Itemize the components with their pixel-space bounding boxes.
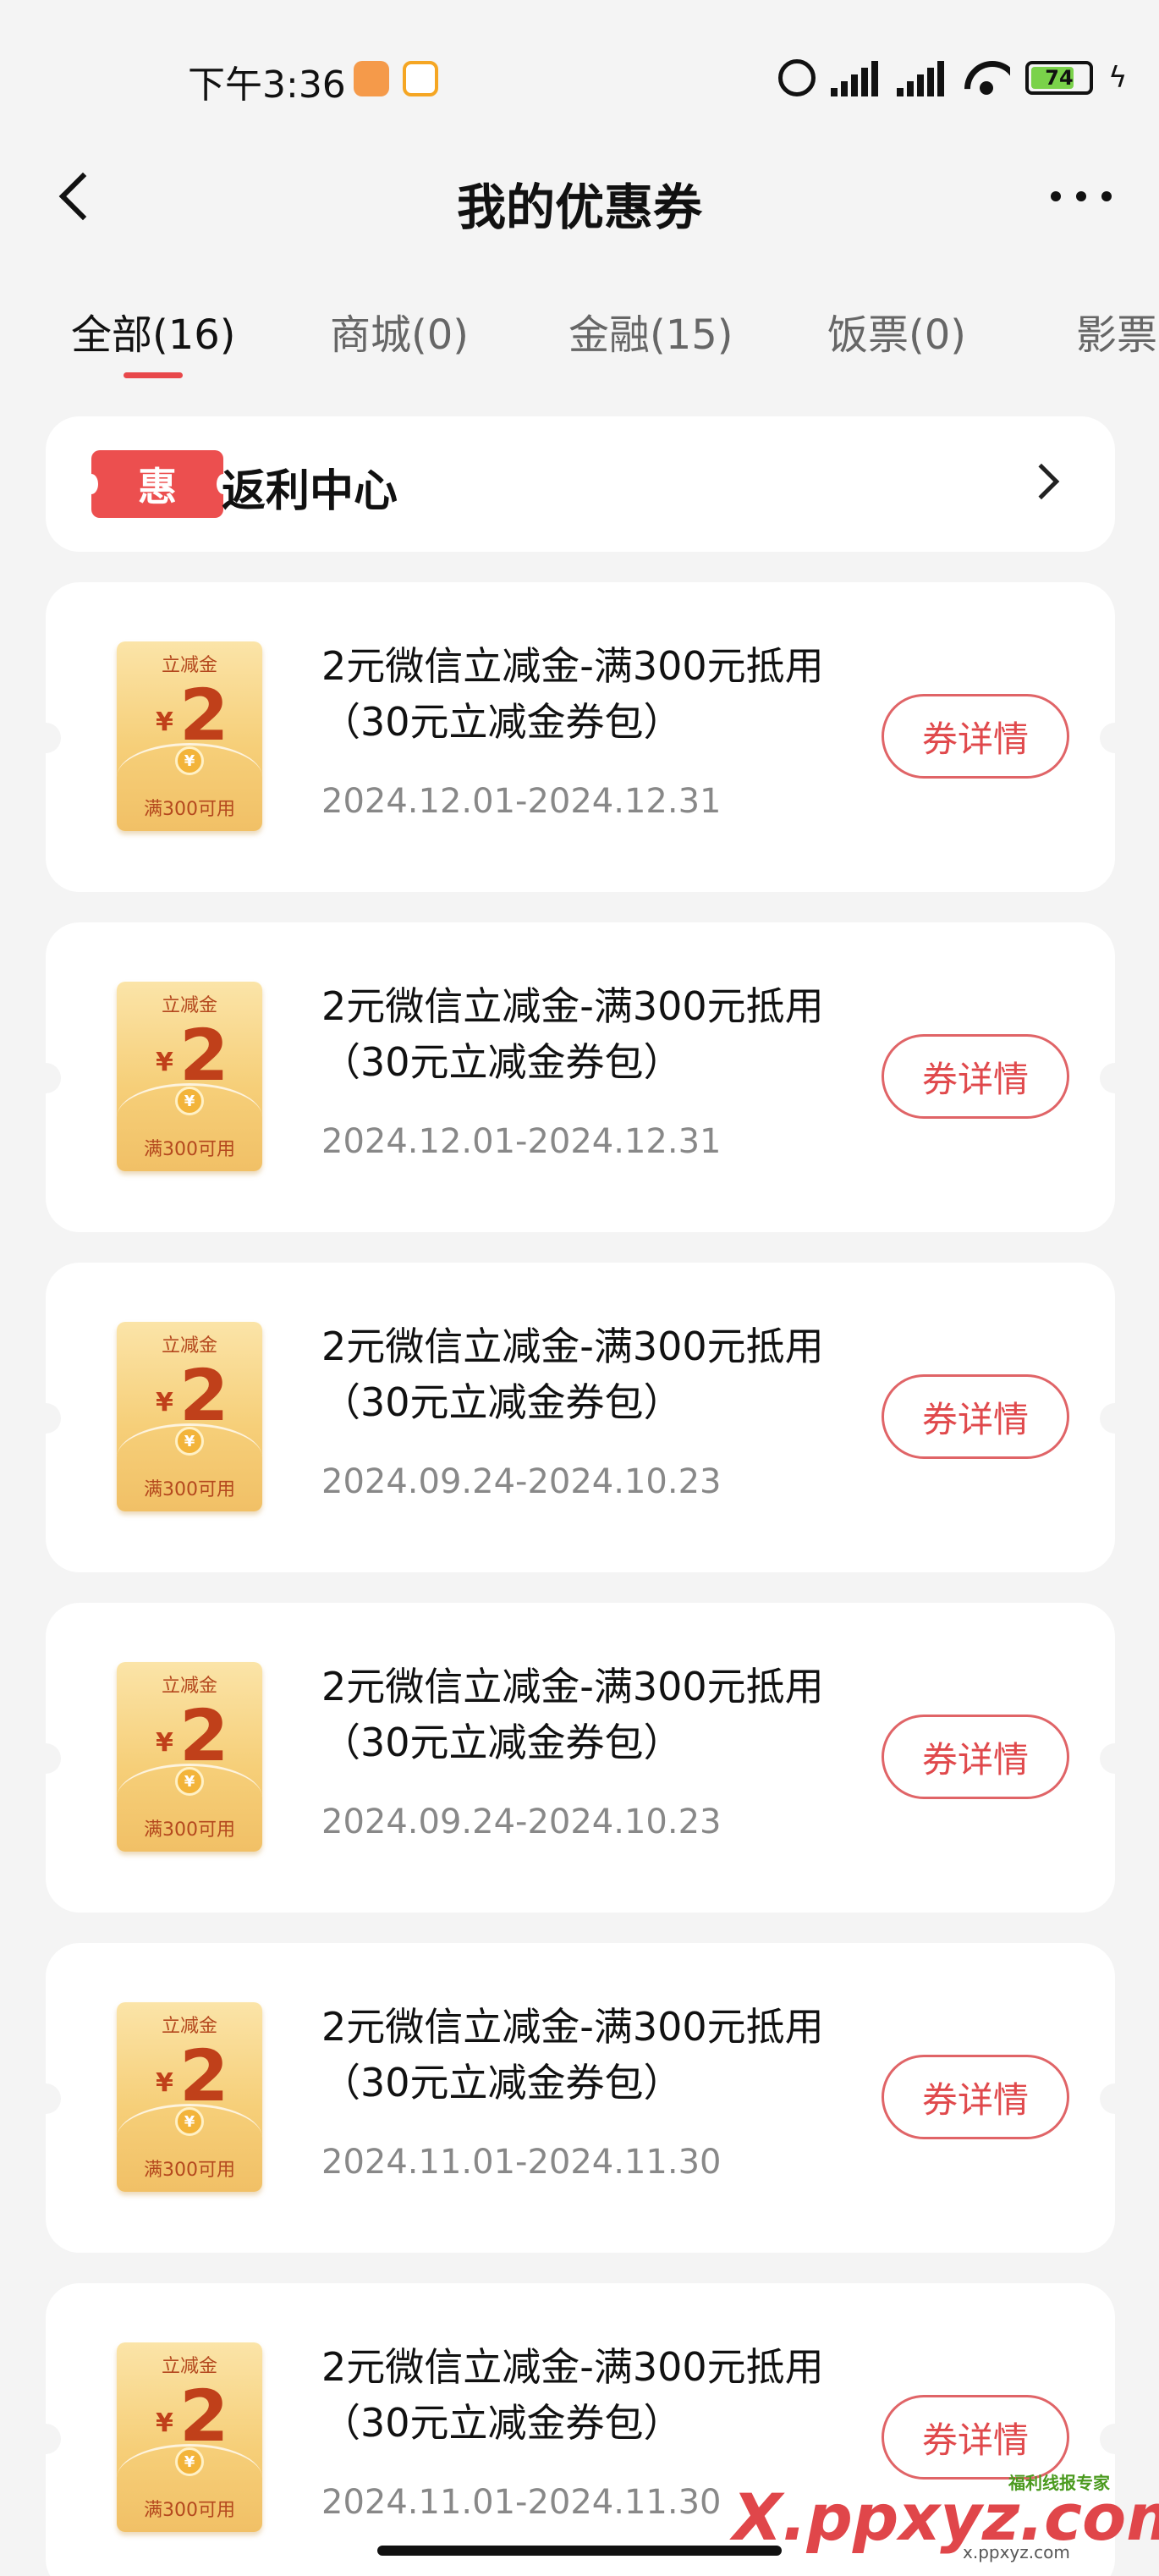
coupon-icon-currency: ¥: [156, 2068, 173, 2098]
coupon-title: 2元微信立减金-满300元抵用（30元立减金券包）: [321, 2344, 824, 2446]
tab-meal-ticket[interactable]: 饭票(0): [827, 301, 966, 361]
coupon-red-packet-icon: 立减金 ¥ 2 ¥ 满300可用: [117, 641, 262, 831]
coupon-date: 2024.09.24-2024.10.23: [321, 1803, 722, 1841]
coupon-red-packet-icon: 立减金 ¥ 2 ¥ 满300可用: [117, 2002, 262, 2192]
rebate-badge: 惠: [85, 450, 230, 518]
coin-icon: ¥: [175, 2447, 204, 2476]
signal-icon-2: [897, 59, 948, 96]
rebate-title: 返利中心: [222, 466, 398, 517]
coupon-red-packet-icon: 立减金 ¥ 2 ¥ 满300可用: [117, 982, 262, 1171]
coupon-icon-currency: ¥: [156, 1728, 173, 1758]
coin-icon: ¥: [175, 2107, 204, 2136]
coupon-icon-condition: 满300可用: [144, 2160, 235, 2181]
tab-bar: 全部(16) 商城(0) 金融(15) 饭票(0) 影票: [0, 296, 1159, 381]
notification-app-icon: [354, 61, 389, 96]
status-bar: 下午3:36 74 ϟ: [0, 0, 1159, 135]
notification-app-icon-2: [403, 61, 438, 96]
coupon-icon-currency: ¥: [156, 1388, 173, 1417]
coupon-date: 2024.11.01-2024.11.30: [321, 2483, 722, 2522]
coin-icon: ¥: [175, 1427, 204, 1456]
coupon-icon-condition: 满300可用: [144, 1819, 235, 1841]
status-time: 下午3:36: [188, 63, 346, 107]
coupon-date: 2024.12.01-2024.12.31: [321, 782, 722, 821]
coupon-card[interactable]: 立减金 ¥ 2 ¥ 满300可用 2元微信立减金-满300元抵用（30元立减金券…: [30, 1263, 1130, 1572]
coupon-detail-button[interactable]: 券详情: [882, 2395, 1069, 2480]
coupon-icon-currency: ¥: [156, 1048, 173, 1077]
coupon-date: 2024.11.01-2024.11.30: [321, 2143, 722, 2182]
tab-finance[interactable]: 金融(15): [569, 301, 733, 361]
coupon-card[interactable]: 立减金 ¥ 2 ¥ 满300可用 2元微信立减金-满300元抵用（30元立减金券…: [30, 1603, 1130, 1913]
coupon-detail-button[interactable]: 券详情: [882, 1034, 1069, 1119]
coupon-title: 2元微信立减金-满300元抵用（30元立减金券包）: [321, 983, 824, 1085]
home-indicator[interactable]: [377, 2546, 782, 2556]
coin-icon: ¥: [175, 746, 204, 775]
coupon-red-packet-icon: 立减金 ¥ 2 ¥ 满300可用: [117, 1662, 262, 1852]
watermark-badge: 福利线报专家: [1008, 2473, 1110, 2493]
battery-level: 74: [1045, 66, 1074, 90]
signal-icon: [831, 59, 882, 96]
coupon-title: 2元微信立减金-满300元抵用（30元立减金券包）: [321, 2004, 824, 2105]
coupon-icon-condition: 满300可用: [144, 2500, 235, 2521]
header: 我的优惠券: [0, 135, 1159, 262]
coupon-date: 2024.12.01-2024.12.31: [321, 1122, 722, 1161]
chevron-right-icon: [1023, 463, 1060, 500]
coupon-red-packet-icon: 立减金 ¥ 2 ¥ 满300可用: [117, 2342, 262, 2532]
coupon-detail-button[interactable]: 券详情: [882, 694, 1069, 779]
battery-icon: 74: [1025, 61, 1093, 95]
coupon-icon-condition: 满300可用: [144, 1479, 235, 1500]
coupon-card[interactable]: 立减金 ¥ 2 ¥ 满300可用 2元微信立减金-满300元抵用（30元立减金券…: [30, 582, 1130, 892]
coupon-icon-condition: 满300可用: [144, 1139, 235, 1160]
charging-icon: ϟ: [1108, 61, 1128, 95]
tab-mall[interactable]: 商城(0): [330, 301, 469, 361]
coupon-title: 2元微信立减金-满300元抵用（30元立减金券包）: [321, 1324, 824, 1425]
more-icon[interactable]: [1051, 191, 1112, 203]
coupon-title: 2元微信立减金-满300元抵用（30元立减金券包）: [321, 643, 824, 745]
coupon-detail-button[interactable]: 券详情: [882, 2055, 1069, 2139]
coupon-card[interactable]: 立减金 ¥ 2 ¥ 满300可用 2元微信立减金-满300元抵用（30元立减金券…: [30, 1943, 1130, 2253]
alarm-icon: [778, 59, 816, 96]
site-watermark: X.ppxyz.com 福利线报专家 x.ppxyz.com: [733, 2473, 1159, 2562]
coupon-icon-currency: ¥: [156, 2408, 173, 2438]
coupon-title: 2元微信立减金-满300元抵用（30元立减金券包）: [321, 1664, 824, 1765]
coin-icon: ¥: [175, 1767, 204, 1796]
wifi-icon: [963, 59, 1010, 96]
coupon-detail-button[interactable]: 券详情: [882, 1715, 1069, 1799]
status-icons: 74 ϟ: [778, 54, 1128, 102]
rebate-center-row[interactable]: 惠 返利中心: [46, 416, 1115, 552]
watermark-url: x.ppxyz.com: [963, 2542, 1070, 2562]
coupon-card[interactable]: 立减金 ¥ 2 ¥ 满300可用 2元微信立减金-满300元抵用（30元立减金券…: [30, 922, 1130, 1232]
coupon-date: 2024.09.24-2024.10.23: [321, 1462, 722, 1501]
coupon-page: 下午3:36 74 ϟ 我的优惠券 全部(16) 商城(0) 金融(15) 饭票…: [0, 0, 1159, 2576]
tab-movie-ticket[interactable]: 影票: [1076, 301, 1157, 361]
coupon-red-packet-icon: 立减金 ¥ 2 ¥ 满300可用: [117, 1322, 262, 1511]
tab-all[interactable]: 全部(16): [71, 301, 236, 361]
tab-active-indicator: [124, 372, 183, 378]
coin-icon: ¥: [175, 1087, 204, 1115]
coupon-detail-button[interactable]: 券详情: [882, 1374, 1069, 1459]
coupon-icon-condition: 满300可用: [144, 799, 235, 820]
page-title: 我的优惠券: [456, 179, 702, 236]
coupon-icon-currency: ¥: [156, 707, 173, 737]
